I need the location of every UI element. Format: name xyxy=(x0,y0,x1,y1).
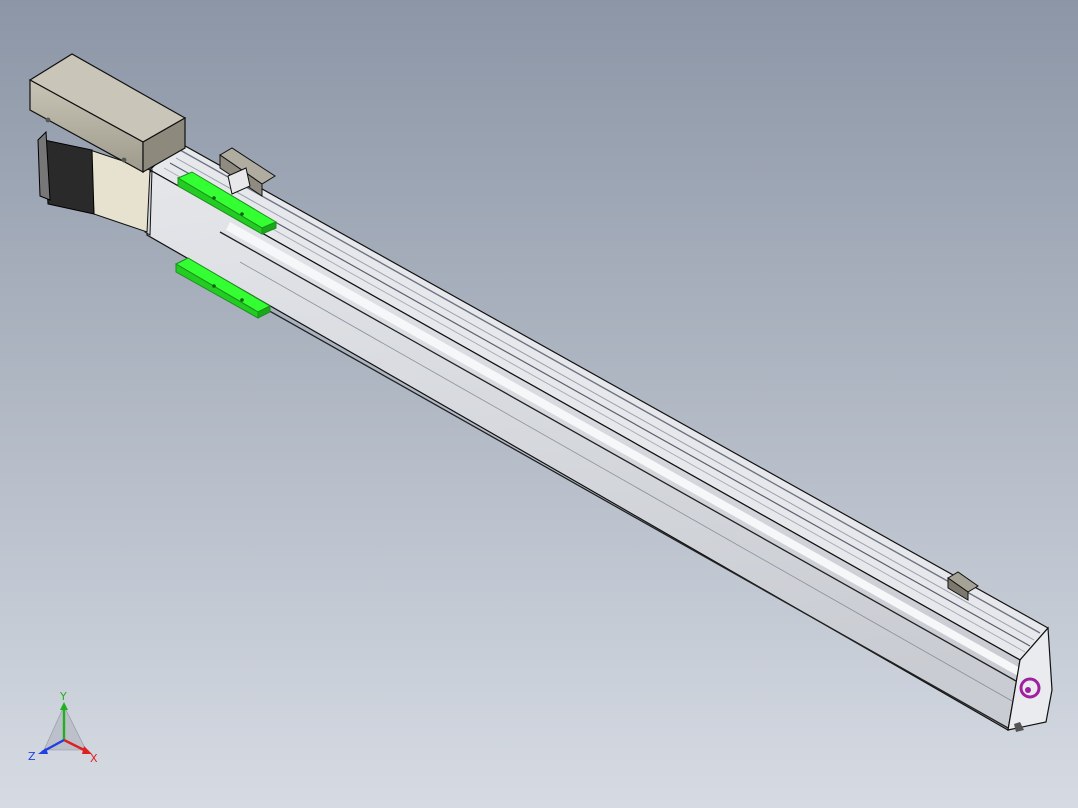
z-axis-label: Z xyxy=(28,750,36,763)
axis-triad: Y X Z xyxy=(28,692,98,765)
3d-graphics-viewport[interactable]: Y X Z xyxy=(0,0,1078,808)
linear-actuator-model[interactable] xyxy=(0,0,1078,808)
y-axis-label: Y xyxy=(59,692,67,703)
motor-body[interactable] xyxy=(43,139,95,215)
cover-screw xyxy=(121,157,127,163)
cover-screw xyxy=(45,117,51,123)
x-axis-label: X xyxy=(90,752,98,765)
